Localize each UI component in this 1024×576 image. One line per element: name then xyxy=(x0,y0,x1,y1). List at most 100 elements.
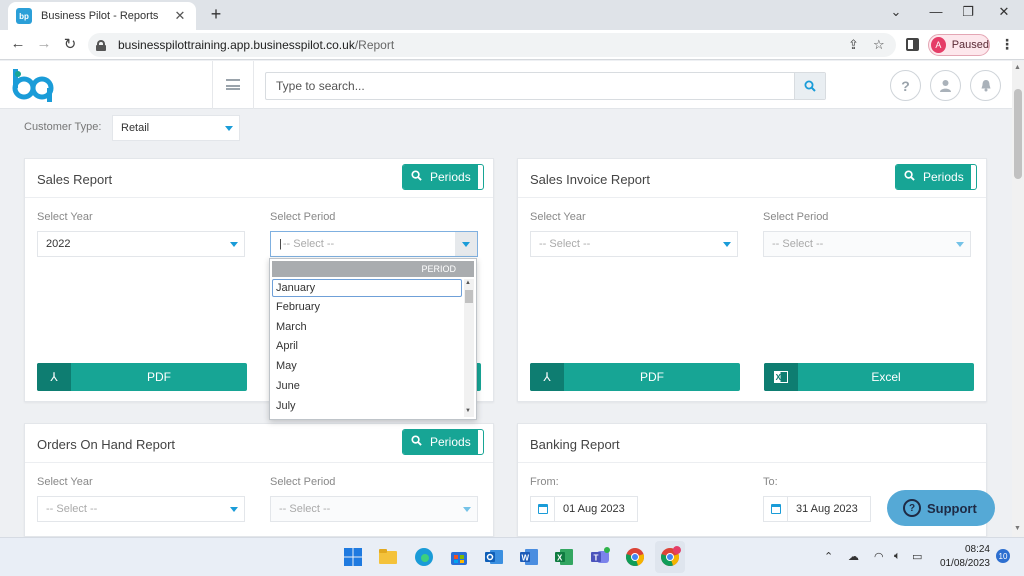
periods-button[interactable]: Periods xyxy=(895,164,977,190)
profile-button[interactable]: A Paused xyxy=(928,34,990,56)
to-date-field[interactable]: 31 Aug 2023 xyxy=(763,496,871,522)
dropdown-scrollbar[interactable]: ▲ ▼ xyxy=(464,279,474,417)
from-date-value: 01 Aug 2023 xyxy=(563,503,625,515)
user-button[interactable] xyxy=(930,70,961,101)
pdf-button[interactable]: ⅄ PDF xyxy=(37,363,247,391)
scroll-down-icon[interactable]: ▼ xyxy=(465,408,471,414)
period-select[interactable]: -- Select -- xyxy=(270,496,478,522)
dropdown-option[interactable]: July xyxy=(272,397,462,415)
search-button[interactable] xyxy=(794,73,825,99)
edge-icon[interactable] xyxy=(413,546,435,568)
volume-icon[interactable]: 🔈︎ xyxy=(894,550,901,563)
system-clock[interactable]: 08:24 01/08/2023 xyxy=(930,543,990,571)
card-divider xyxy=(25,197,493,198)
chrome-icon[interactable] xyxy=(624,546,646,568)
help-button[interactable]: ? xyxy=(890,70,921,101)
select-period-label: Select Period xyxy=(763,211,829,223)
period-select[interactable]: | -- Select -- xyxy=(270,231,478,257)
browser-tab[interactable]: bp Business Pilot - Reports ✕ xyxy=(8,2,196,30)
calendar-icon[interactable] xyxy=(531,496,555,522)
windows-start-icon[interactable] xyxy=(342,546,364,568)
excel-label: Excel xyxy=(871,370,901,384)
bookmark-star-icon[interactable]: ☆ xyxy=(873,37,885,53)
card-title: Orders On Hand Report xyxy=(37,437,176,452)
reload-icon[interactable]: ↻ xyxy=(60,35,80,53)
outlook-icon[interactable] xyxy=(483,546,505,568)
excel-button[interactable]: X Excel xyxy=(764,363,974,391)
orders-on-hand-report-card: Orders On Hand Report Periods Select Yea… xyxy=(24,423,494,537)
file-explorer-icon[interactable] xyxy=(377,546,399,568)
business-pilot-logo[interactable] xyxy=(10,66,58,104)
card-title: Sales Invoice Report xyxy=(530,172,650,187)
year-select[interactable]: 2022 xyxy=(37,231,245,257)
calendar-icon[interactable] xyxy=(764,496,788,522)
caret-down-icon xyxy=(230,507,238,512)
pdf-button[interactable]: ⅄ PDF xyxy=(530,363,740,391)
period-select[interactable]: -- Select -- xyxy=(763,231,971,257)
teams-icon[interactable]: T xyxy=(589,546,611,568)
caret-down-icon xyxy=(956,242,964,247)
caret-down-icon xyxy=(225,126,233,131)
avatar: A xyxy=(931,37,946,53)
store-icon[interactable] xyxy=(448,546,470,568)
year-select[interactable]: -- Select -- xyxy=(37,496,245,522)
forward-arrow-icon[interactable]: → xyxy=(34,35,54,52)
tab-close-icon[interactable]: ✕ xyxy=(172,8,188,24)
support-button[interactable]: ? Support xyxy=(887,490,995,526)
new-tab-icon[interactable]: + xyxy=(206,4,226,25)
excel-icon: X xyxy=(764,363,798,391)
scroll-down-icon[interactable]: ▼ xyxy=(1014,525,1021,532)
share-icon[interactable]: ⇪ xyxy=(848,37,859,53)
svg-text:X: X xyxy=(776,373,782,382)
customer-type-label: Customer Type: xyxy=(24,121,102,133)
from-label: From: xyxy=(530,476,559,488)
scroll-up-icon[interactable]: ▲ xyxy=(1014,64,1021,71)
scroll-thumb[interactable] xyxy=(1014,89,1022,179)
dropdown-option[interactable]: February xyxy=(272,298,462,316)
dropdown-option[interactable]: May xyxy=(272,357,462,375)
select-year-label: Select Year xyxy=(530,211,586,223)
year-select[interactable]: -- Select -- xyxy=(530,231,738,257)
period-value: -- Select -- xyxy=(772,238,824,250)
card-divider xyxy=(518,462,986,463)
chrome-profile-icon[interactable] xyxy=(659,546,681,568)
word-icon[interactable]: W xyxy=(518,546,540,568)
dropdown-option[interactable]: June xyxy=(272,377,462,395)
periods-button[interactable]: Periods xyxy=(402,164,484,190)
search-icon xyxy=(904,170,915,184)
notification-badge[interactable]: 10 xyxy=(996,549,1010,563)
excel-app-icon[interactable]: X xyxy=(553,546,575,568)
periods-button[interactable]: Periods xyxy=(402,429,484,455)
restore-icon[interactable]: ❐ xyxy=(958,4,978,20)
hamburger-menu-icon[interactable] xyxy=(226,79,240,90)
browser-menu-icon[interactable]: ⋮ xyxy=(1000,36,1014,53)
scroll-up-icon[interactable]: ▲ xyxy=(465,280,471,286)
chevron-down-icon[interactable]: ⌄ xyxy=(886,4,906,20)
dropdown-scroll-thumb[interactable] xyxy=(465,290,473,303)
notifications-button[interactable] xyxy=(970,70,1001,101)
dropdown-option[interactable]: March xyxy=(272,318,462,336)
page-scrollbar[interactable]: ▲ ▼ xyxy=(1012,61,1024,537)
search-box xyxy=(265,72,826,100)
dropdown-option[interactable]: April xyxy=(272,337,462,355)
clock-time: 08:24 xyxy=(964,544,990,555)
minimize-icon[interactable]: — xyxy=(926,4,946,19)
dropdown-option[interactable]: January xyxy=(272,279,462,297)
url-field[interactable]: businesspilottraining.app.businesspilot.… xyxy=(88,33,896,57)
battery-icon[interactable]: ▭ xyxy=(912,550,922,563)
pdf-label: PDF xyxy=(640,370,664,384)
from-date-field[interactable]: 01 Aug 2023 xyxy=(530,496,638,522)
side-panel-icon[interactable] xyxy=(906,38,919,51)
back-arrow-icon[interactable]: ← xyxy=(8,35,28,52)
lock-icon xyxy=(96,39,106,51)
customer-type-select[interactable]: Retail xyxy=(112,115,240,141)
search-input[interactable] xyxy=(266,73,786,99)
window-close-icon[interactable]: ✕ xyxy=(994,4,1014,20)
year-value: -- Select -- xyxy=(539,238,591,250)
onedrive-icon[interactable]: ☁ xyxy=(848,550,859,563)
address-bar: ← → ↻ businesspilottraining.app.business… xyxy=(0,30,1024,60)
favicon-icon: bp xyxy=(16,8,32,24)
user-icon xyxy=(940,80,951,92)
wifi-icon[interactable]: ◠ xyxy=(874,550,884,563)
chevron-up-icon[interactable]: ⌃ xyxy=(824,550,833,563)
